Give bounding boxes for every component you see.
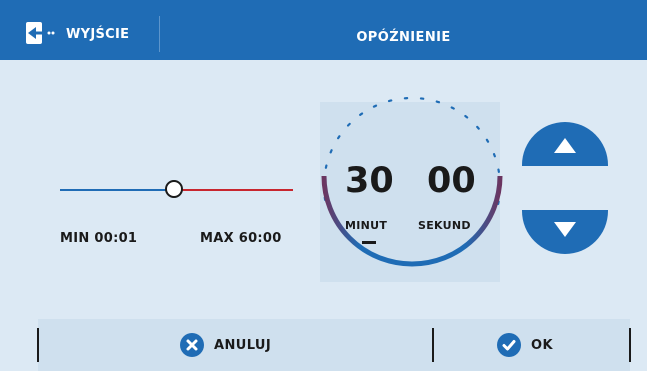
cancel-x-icon — [180, 333, 204, 357]
exit-button[interactable]: WYJŚCIE — [0, 0, 160, 60]
dial-dots — [322, 96, 502, 276]
decrease-button[interactable] — [522, 210, 608, 254]
minutes-value[interactable]: 30 — [345, 161, 394, 201]
triangle-down-icon — [554, 222, 576, 237]
seconds-label: SEKUND — [418, 219, 471, 232]
slider-thumb[interactable] — [165, 180, 183, 198]
ok-label: OK — [531, 337, 553, 353]
header-bar: WYJŚCIE OPÓŹNIENIE — [0, 0, 647, 60]
cancel-button[interactable]: ANULUJ — [180, 319, 271, 371]
footer-divider-right — [629, 328, 631, 362]
time-dial — [321, 96, 503, 277]
slider-max-label: MAX 60:00 — [200, 231, 282, 246]
cancel-label: ANULUJ — [214, 337, 272, 353]
selection-indicator — [362, 241, 376, 244]
footer-divider-left — [37, 328, 39, 362]
page-title: OPÓŹNIENIE — [356, 30, 451, 45]
seconds-value[interactable]: 00 — [427, 161, 476, 201]
footer-divider-middle — [432, 328, 434, 362]
slider-remaining-part — [176, 189, 293, 191]
minutes-label: MINUT — [345, 219, 388, 232]
triangle-up-icon — [554, 138, 576, 153]
increase-button[interactable] — [522, 122, 608, 166]
check-icon — [497, 333, 521, 357]
slider-filled-part — [60, 189, 176, 191]
slider-min-label: MIN 00:01 — [60, 231, 138, 246]
exit-icon — [26, 22, 55, 44]
ok-button[interactable]: OK — [497, 319, 553, 371]
exit-label: WYJŚCIE — [66, 27, 130, 42]
